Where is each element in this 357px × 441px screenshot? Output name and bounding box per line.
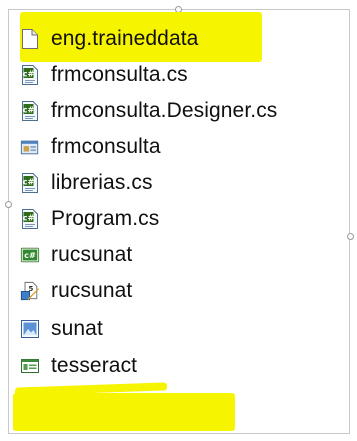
highlight-mark-3	[13, 393, 235, 431]
tree-item-frmconsulta-designer-cs[interactable]: c# frmconsulta.Designer.cs	[20, 94, 340, 128]
svg-text:c#: c#	[23, 214, 35, 223]
tree-item-label: eng.traineddata	[51, 27, 199, 50]
tree-item-label: frmconsulta.cs	[51, 63, 188, 86]
svg-text:c#: c#	[23, 70, 35, 79]
tree-item-label: frmconsulta.Designer.cs	[51, 99, 278, 122]
tree-item-label: Program.cs	[51, 207, 160, 230]
tree-item-label: librerias.cs	[51, 171, 153, 194]
setup-package-icon: 5	[20, 280, 40, 302]
tree-item-tesseract[interactable]: tesseract	[20, 349, 340, 383]
svg-text:c#: c#	[24, 250, 36, 260]
svg-text:c#: c#	[23, 178, 35, 187]
tree-item-librerias-cs[interactable]: c# librerias.cs	[20, 166, 340, 200]
csharp-file-icon: c#	[20, 208, 40, 230]
csharp-file-icon: c#	[20, 64, 40, 86]
svg-text:c#: c#	[23, 106, 35, 115]
csharp-file-icon: c#	[20, 172, 40, 194]
image-file-icon	[20, 318, 40, 340]
tree-item-frmconsulta[interactable]: frmconsulta	[20, 130, 340, 164]
tree-item-eng-traineddata[interactable]: eng.traineddata	[20, 22, 340, 56]
tree-item-rucsunat-setup[interactable]: 5 rucsunat	[20, 274, 340, 308]
resize-handle-left[interactable]	[5, 201, 12, 208]
tree-item-program-cs[interactable]: c# Program.cs	[20, 202, 340, 236]
form-icon	[20, 136, 40, 158]
tree-item-label: sunat	[51, 317, 103, 340]
executable-icon	[20, 355, 40, 377]
tree-item-label: rucsunat	[51, 243, 133, 266]
tree-item-label: rucsunat	[51, 279, 133, 302]
tree-item-label: frmconsulta	[51, 135, 161, 158]
tree-item-rucsunat-project[interactable]: c# rucsunat	[20, 238, 340, 272]
tree-item-frmconsulta-cs[interactable]: c# frmconsulta.cs	[20, 58, 340, 92]
blank-file-icon	[20, 28, 40, 50]
csharp-file-icon: c#	[20, 100, 40, 122]
csharp-project-icon: c#	[20, 244, 40, 266]
tree-item-label: tesseract	[51, 354, 138, 377]
resize-handle-right[interactable]	[347, 233, 354, 240]
tree-item-sunat[interactable]: sunat	[20, 312, 340, 346]
